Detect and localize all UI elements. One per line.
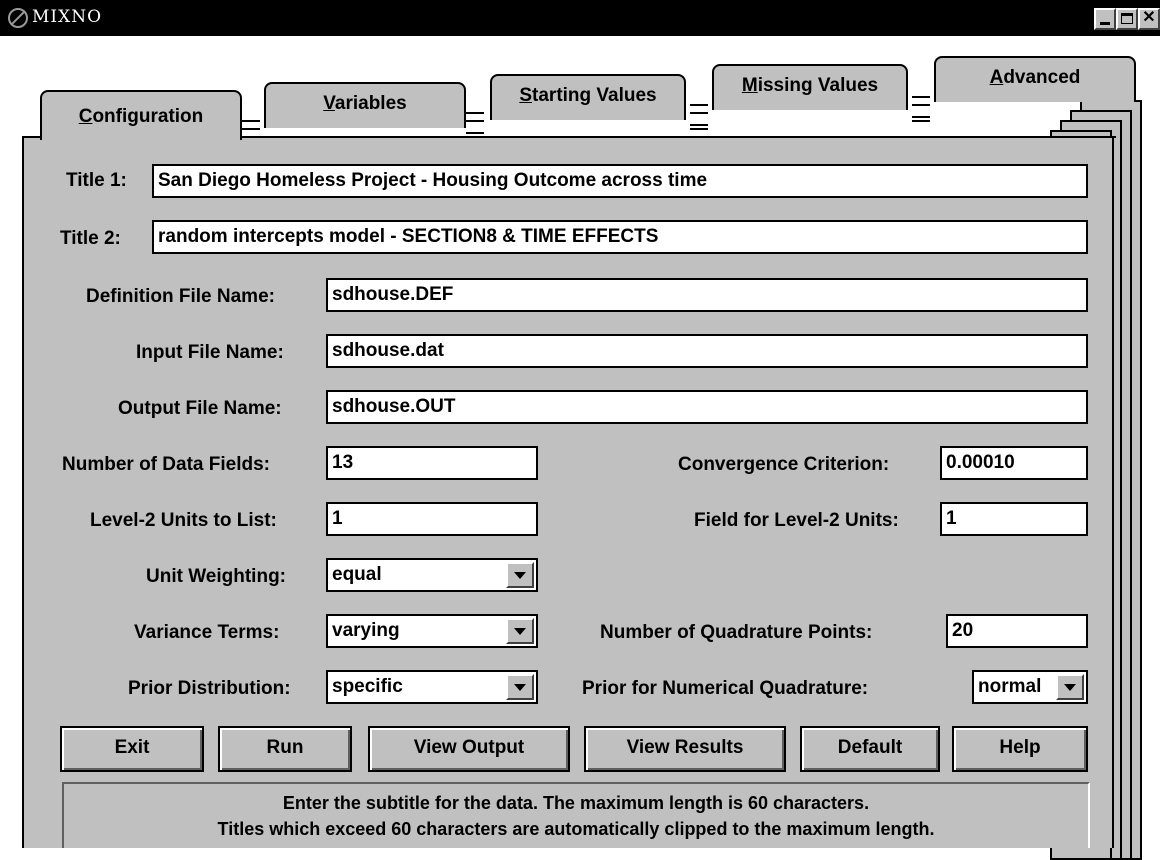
chevron-down-icon[interactable] [1056,674,1084,700]
minimize-button[interactable] [1094,8,1116,30]
panel-top-border-left [22,136,42,138]
tab-separator [912,96,930,122]
status-line-1: Enter the subtitle for the data. The max… [282,793,870,813]
convergence-field[interactable]: 0.00010 [940,446,1088,480]
variance-terms-value: varying [332,620,400,641]
level2-units-list-field[interactable]: 1 [326,502,538,536]
view-output-button[interactable]: View Output [368,726,570,772]
title2-field[interactable]: random intercepts model - SECTION8 & TIM… [152,220,1088,254]
level2-units-list-label: Level-2 Units to List: [90,510,277,531]
view-results-button[interactable]: View Results [584,726,786,772]
convergence-label: Convergence Criterion: [678,454,890,475]
tab-separator [690,104,708,130]
definition-file-field[interactable]: sdhouse.DEF [326,278,1088,312]
title2-label: Title 2: [60,228,121,249]
output-file-field[interactable]: sdhouse.OUT [326,390,1088,424]
status-line-2: Titles which exceed 60 characters are au… [217,819,935,839]
panel-top-border-right [242,136,1116,138]
exit-button[interactable]: Exit [60,726,204,772]
run-button[interactable]: Run [218,726,352,772]
tab-missing-values[interactable]: Missing Values [712,64,908,110]
tab-variables-label: Variables [323,93,407,114]
title1-field[interactable]: San Diego Homeless Project - Housing Out… [152,164,1088,198]
input-file-label: Input File Name: [136,342,284,363]
num-data-fields-field[interactable]: 13 [326,446,538,480]
output-file-label: Output File Name: [118,398,282,419]
prior-distribution-select[interactable]: specific [326,670,538,704]
quadrature-points-label: Number of Quadrature Points: [600,622,873,643]
close-icon: ✕ [1142,9,1156,26]
prior-quadrature-label: Prior for Numerical Quadrature: [582,678,869,699]
quadrature-points-field[interactable]: 20 [946,614,1088,648]
tab-configuration-label: Configuration [78,106,204,127]
chevron-down-icon[interactable] [506,618,534,644]
maximize-button[interactable] [1116,8,1138,30]
default-button[interactable]: Default [800,726,940,772]
tab-starting-values[interactable]: Starting Values [490,74,686,120]
definition-file-label: Definition File Name: [86,286,275,307]
chevron-down-icon[interactable] [506,674,534,700]
window-title: MIXNO [32,7,103,27]
level2-field-label: Field for Level-2 Units: [694,510,899,531]
title-bar: MIXNO ✕ [0,0,1160,36]
variance-terms-select[interactable]: varying [326,614,538,648]
prior-distribution-value: specific [332,676,403,697]
tab-advanced[interactable]: Advanced [934,56,1136,102]
maximize-icon [1121,13,1133,24]
app-icon[interactable] [8,8,28,28]
tab-starting-values-label: Starting Values [519,85,657,106]
tab-configuration[interactable]: Configuration [40,90,242,140]
help-button[interactable]: Help [952,726,1088,772]
unit-weighting-value: equal [332,564,382,585]
prior-quadrature-value: normal [978,676,1042,697]
unit-weighting-select[interactable]: equal [326,558,538,592]
tab-advanced-label: Advanced [989,67,1081,88]
chevron-down-icon[interactable] [506,562,534,588]
prior-distribution-label: Prior Distribution: [128,678,291,699]
tab-separator [466,112,484,138]
title1-label: Title 1: [66,170,127,191]
status-hint-box: Enter the subtitle for the data. The max… [62,782,1090,848]
prior-quadrature-select[interactable]: normal [972,670,1088,704]
unit-weighting-label: Unit Weighting: [146,566,287,587]
tab-variables[interactable]: Variables [264,82,466,128]
level2-field-field[interactable]: 1 [940,502,1088,536]
input-file-field[interactable]: sdhouse.dat [326,334,1088,368]
minimize-icon [1100,22,1110,25]
tab-missing-values-label: Missing Values [741,75,879,96]
variance-terms-label: Variance Terms: [134,622,280,643]
num-data-fields-label: Number of Data Fields: [62,454,270,475]
close-button[interactable]: ✕ [1138,8,1160,30]
